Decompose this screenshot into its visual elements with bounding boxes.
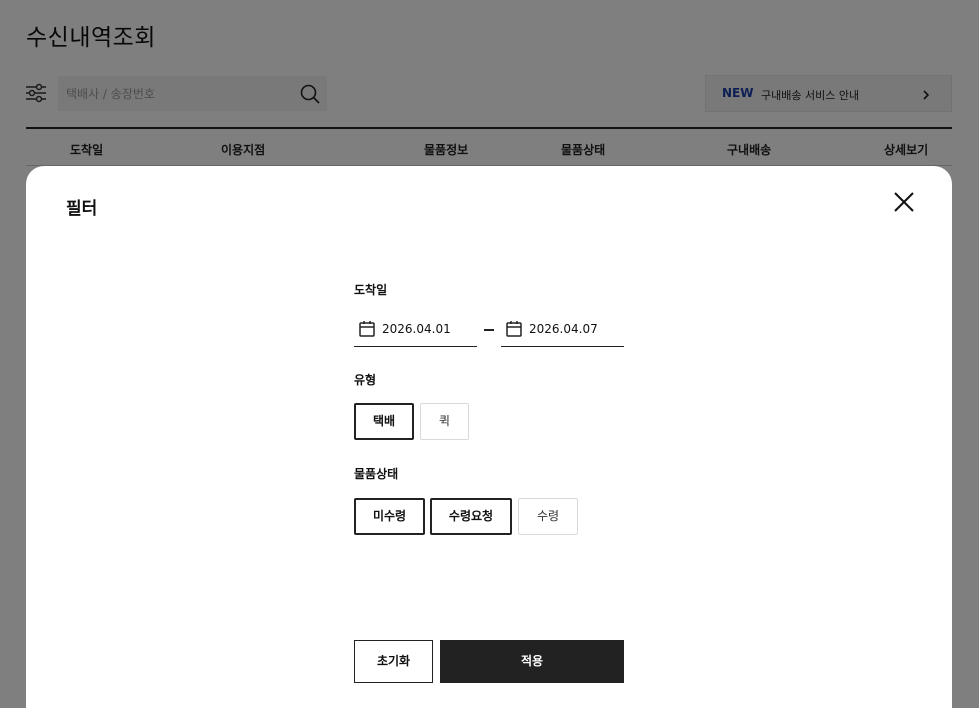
close-icon[interactable] <box>890 188 918 216</box>
reset-button[interactable]: 초기화 <box>354 640 433 683</box>
modal-title: 필터 <box>66 199 98 219</box>
end-date-value: 2026.04.07 <box>529 322 598 336</box>
apply-button[interactable]: 적용 <box>440 640 624 683</box>
end-date-field[interactable]: 2026.04.07 <box>501 313 624 347</box>
date-range-separator <box>484 329 494 331</box>
start-date-field[interactable]: 2026.04.01 <box>354 313 477 347</box>
start-date-value: 2026.04.01 <box>382 322 451 336</box>
calendar-icon <box>358 320 376 338</box>
calendar-icon <box>505 320 523 338</box>
type-label: 유형 <box>354 373 377 387</box>
status-option-received[interactable]: 수령 <box>518 498 578 535</box>
type-option-parcel[interactable]: 택배 <box>354 403 414 440</box>
filter-modal: 필터 도착일 2026.04.01 2026.04.07 유형 택배 퀵 물품상… <box>26 166 952 708</box>
arrival-date-label: 도착일 <box>354 283 388 297</box>
type-option-quick[interactable]: 퀵 <box>420 403 469 440</box>
status-option-not-received[interactable]: 미수령 <box>354 498 425 535</box>
status-option-pickup-requested[interactable]: 수령요청 <box>430 498 512 535</box>
item-status-label: 물품상태 <box>354 467 399 481</box>
